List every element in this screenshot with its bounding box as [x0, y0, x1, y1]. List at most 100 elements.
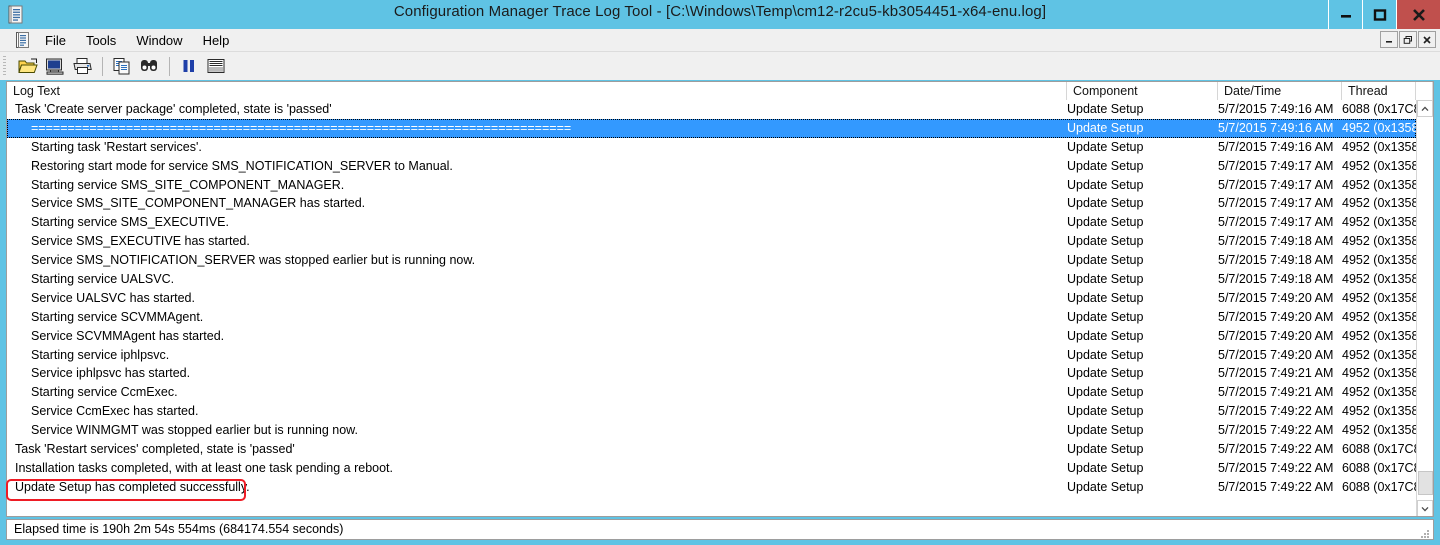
cell-log-text: Starting service iphlpsvc. [31, 347, 170, 362]
table-row[interactable]: Update Setup has completed successfully.… [7, 478, 1425, 497]
column-header-date[interactable]: Date/Time [1218, 82, 1342, 100]
cell-log-text: Task 'Create server package' completed, … [15, 102, 332, 116]
table-row[interactable]: Service UALSVC has started. Update Setup 5… [7, 289, 1423, 308]
cell-component: Update Setup [1067, 442, 1144, 457]
toolbar-buttons [16, 52, 231, 80]
column-header-comp[interactable]: Component [1067, 82, 1218, 100]
cell-component: Update Setup [1067, 215, 1144, 230]
status-bar: Elapsed time is 190h 2m 54s 554ms (68417… [6, 519, 1434, 540]
menu-item-help[interactable]: Help [194, 31, 239, 50]
table-row[interactable]: Starting service SMS_EXECUTIVE. Update Se… [7, 213, 1423, 232]
cell-component: Update Setup [1067, 385, 1144, 400]
log-list-view: Log Text Component Date/Time Thread Task 'C… [6, 81, 1434, 517]
toolbar-separator-2 [169, 56, 170, 76]
cell-thread: 4952 (0x1358) [1342, 158, 1423, 173]
cell-component: Update Setup [1067, 460, 1144, 475]
table-row[interactable]: ========================================… [7, 118, 1423, 138]
table-row[interactable]: Service WINMGMT was stopped earlier but … [7, 421, 1423, 440]
cell-thread: 6088 (0x17C8) [1342, 102, 1425, 116]
log-document-icon [16, 32, 32, 49]
table-row[interactable]: Starting service iphlpsvc. Update Setup 5/… [7, 346, 1423, 365]
cell-component: Update Setup [1067, 423, 1144, 438]
table-row[interactable]: Starting service CcmExec. Update Setup 5/7… [7, 383, 1423, 402]
toolbar [0, 52, 1440, 80]
cell-component: Update Setup [1067, 158, 1144, 173]
column-header-row: Log Text Component Date/Time Thread [7, 82, 1433, 101]
cell-component: Update Setup [1067, 290, 1144, 305]
toolbar-grip[interactable] [3, 56, 6, 76]
cell-log-text: Service WINMGMT was stopped earlier but … [31, 423, 358, 438]
print-icon[interactable] [70, 54, 94, 78]
title-bar: Configuration Manager Trace Log Tool - [… [0, 0, 1440, 29]
table-row[interactable]: Starting service UALSVC. Update Setup 5/7/… [7, 270, 1423, 289]
scrollbar-thumb[interactable] [1418, 471, 1433, 495]
cell-component: Update Setup [1067, 102, 1144, 116]
cell-log-text: Service SMS_EXECUTIVE has started. [31, 234, 250, 249]
cell-date-time: 5/7/2015 7:49:17 AM [1218, 215, 1334, 230]
cell-component: Update Setup [1067, 196, 1144, 211]
maximize-button[interactable] [1362, 0, 1396, 29]
table-row[interactable]: Service SCVMMAgent has started. Update Se… [7, 327, 1423, 346]
table-row[interactable]: Service iphlpsvc has started. Update Setu… [7, 364, 1423, 383]
table-row[interactable]: Restoring start mode for service SMS_NOT… [7, 157, 1423, 176]
column-header-log[interactable]: Log Text [7, 82, 1067, 100]
table-row[interactable]: Service SMS_EXECUTIVE has started. Update… [7, 232, 1423, 251]
open-file-icon[interactable] [16, 54, 40, 78]
cell-thread: 4952 (0x1358) [1342, 120, 1423, 135]
table-row[interactable]: Starting task 'Restart services'. Update … [7, 138, 1423, 157]
cell-component: Update Setup [1067, 347, 1144, 362]
table-row[interactable]: Service SMS_NOTIFICATION_SERVER was stop… [7, 251, 1423, 270]
cell-date-time: 5/7/2015 7:49:16 AM [1218, 139, 1334, 154]
cell-date-time: 5/7/2015 7:49:18 AM [1218, 272, 1334, 287]
table-row[interactable]: Starting service SMS_SITE_COMPONENT_MANA… [7, 176, 1423, 195]
menu-item-tools[interactable]: Tools [77, 31, 125, 50]
cell-component: Update Setup [1067, 309, 1144, 324]
cell-date-time: 5/7/2015 7:49:22 AM [1218, 423, 1334, 438]
table-row[interactable]: Service CcmExec has started. Update Setup… [7, 402, 1423, 421]
table-row[interactable]: Service SMS_SITE_COMPONENT_MANAGER has s… [7, 194, 1423, 213]
table-row[interactable]: Task 'Restart services' completed, state… [7, 440, 1425, 459]
cell-date-time: 5/7/2015 7:49:18 AM [1218, 234, 1334, 249]
scroll-down-button[interactable] [1417, 500, 1433, 516]
table-row[interactable]: Installation tasks completed, with at le… [7, 459, 1425, 478]
menu-item-window[interactable]: Window [127, 31, 191, 50]
monitor-icon[interactable] [43, 54, 67, 78]
cell-component: Update Setup [1067, 366, 1144, 381]
cell-component: Update Setup [1067, 253, 1144, 268]
cell-log-text: Starting service SCVMMAgent. [31, 309, 204, 324]
minimize-button[interactable] [1328, 0, 1362, 29]
cell-thread: 4952 (0x1358) [1342, 423, 1423, 438]
cell-log-text: Installation tasks completed, with at le… [15, 460, 394, 475]
column-header-thr[interactable]: Thread [1342, 82, 1416, 100]
cell-date-time: 5/7/2015 7:49:18 AM [1218, 253, 1334, 268]
pause-icon[interactable] [177, 54, 201, 78]
cell-date-time: 5/7/2015 7:49:17 AM [1218, 196, 1334, 211]
close-button[interactable] [1396, 0, 1440, 29]
copy-icon[interactable] [110, 54, 134, 78]
table-row[interactable]: Starting service SCVMMAgent. Update Setup… [7, 308, 1423, 327]
column-header-filler [1416, 82, 1433, 100]
mdi-restore-button[interactable] [1399, 31, 1417, 48]
cell-component: Update Setup [1067, 479, 1144, 494]
lines-view-icon[interactable] [204, 54, 228, 78]
mdi-minimize-button[interactable] [1380, 31, 1398, 48]
status-bar-text: Elapsed time is 190h 2m 54s 554ms (68417… [14, 522, 344, 536]
scroll-up-button[interactable] [1417, 100, 1433, 117]
cell-date-time: 5/7/2015 7:49:21 AM [1218, 366, 1334, 381]
mdi-close-button[interactable] [1418, 31, 1436, 48]
cell-log-text: Service iphlpsvc has started. [31, 366, 191, 381]
find-icon[interactable] [137, 54, 161, 78]
cell-thread: 4952 (0x1358) [1342, 272, 1423, 287]
cell-thread: 4952 (0x1358) [1342, 309, 1423, 324]
cell-component: Update Setup [1067, 139, 1144, 154]
table-row[interactable]: Task 'Create server package' completed, … [7, 100, 1425, 119]
cell-thread: 4952 (0x1358) [1342, 139, 1423, 154]
cell-thread: 4952 (0x1358) [1342, 385, 1423, 400]
menu-item-file[interactable]: File [36, 31, 75, 50]
resize-grip-icon[interactable] [1419, 526, 1430, 538]
cell-log-text: Starting service SMS_SITE_COMPONENT_MANA… [31, 177, 345, 192]
cell-log-text: Service UALSVC has started. [31, 290, 195, 305]
cell-thread: 4952 (0x1358) [1342, 234, 1423, 249]
vertical-scrollbar[interactable] [1416, 100, 1433, 516]
application-window: Configuration Manager Trace Log Tool - [… [0, 0, 1440, 545]
